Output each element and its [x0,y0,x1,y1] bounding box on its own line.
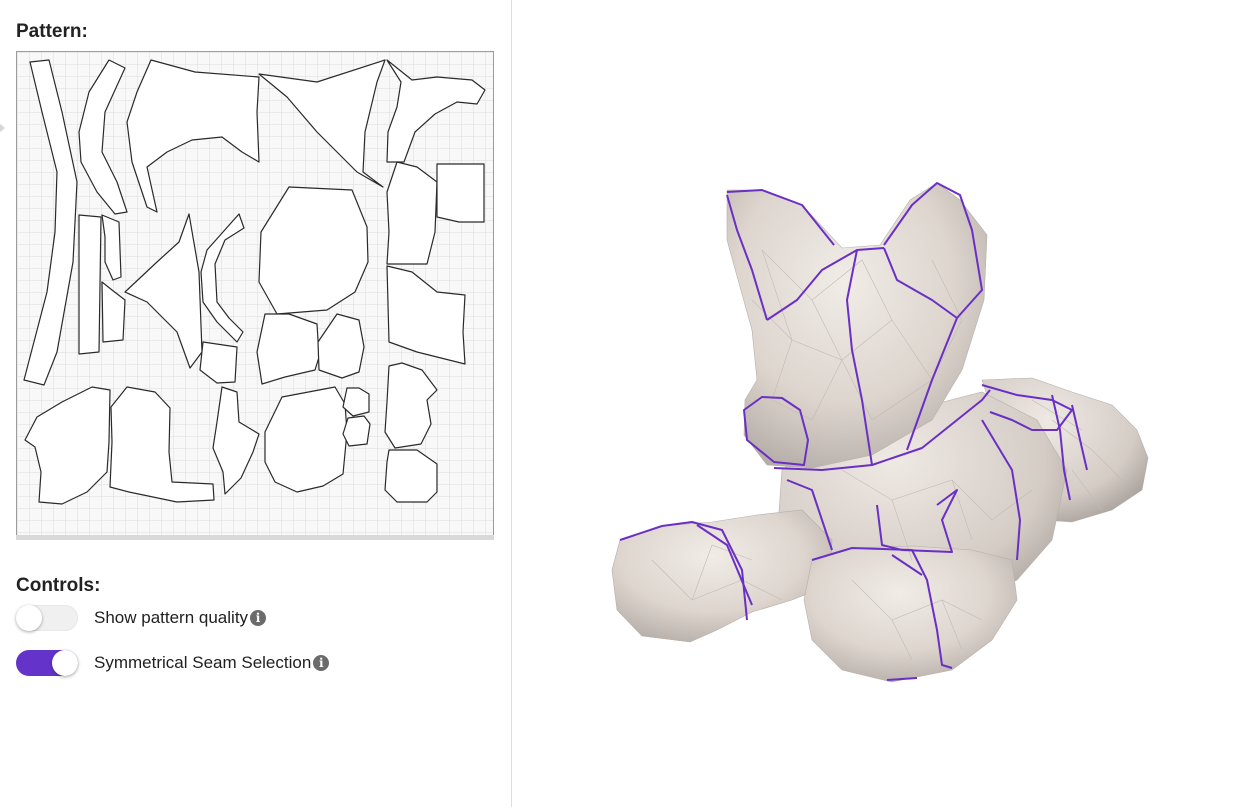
symmetrical-seam-selection-row: Symmetrical Seam Selection i [16,648,330,678]
left-panel: Pattern: Controls: Show pattern quality … [0,0,511,807]
pattern-piece[interactable] [342,415,371,447]
3d-viewer[interactable] [512,0,1259,807]
pattern-svg [17,52,493,535]
pattern-piece[interactable] [436,163,485,223]
pattern-heading: Pattern: [16,21,88,42]
controls-heading: Controls: [16,575,101,596]
show-pattern-quality-row: Show pattern quality i [16,603,267,633]
3d-model-svg [611,182,1149,683]
cat-model[interactable] [611,182,1149,683]
panel-expand-arrow-icon[interactable] [0,122,5,134]
toggle-knob [16,605,42,631]
symmetrical-seam-selection-label: Symmetrical Seam Selection [94,653,312,672]
info-icon[interactable]: i [250,610,267,626]
pattern-canvas[interactable] [16,51,494,536]
toggle-knob [52,650,78,676]
info-icon[interactable]: i [313,655,330,671]
pattern-scrollbar[interactable] [16,535,494,540]
symmetrical-seam-selection-toggle[interactable] [16,650,78,676]
show-pattern-quality-toggle[interactable] [16,605,78,631]
pattern-piece[interactable] [78,214,102,355]
show-pattern-quality-label: Show pattern quality [94,608,249,627]
pattern-piece[interactable] [386,161,438,265]
